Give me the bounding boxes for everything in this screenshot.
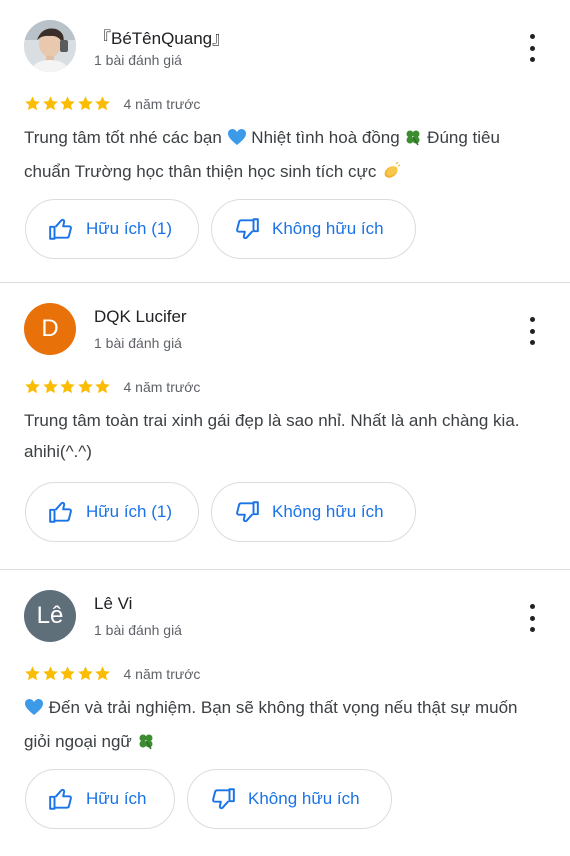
review-header: Lê Lê Vi 1 bài đánh giá: [24, 590, 550, 644]
thumb-up-icon: [49, 218, 72, 240]
helpful-label: Hữu ích (1): [86, 502, 173, 521]
thumb-down-icon: [236, 218, 259, 240]
review-text: Đến và trải nghiệm. Bạn sẽ không thất vọ…: [24, 692, 539, 760]
more-vert-icon: [529, 604, 535, 609]
more-options-button[interactable]: [528, 34, 536, 62]
star-icon: [25, 666, 40, 681]
profile-photo-icon: [24, 20, 76, 72]
star-icon: [42, 96, 58, 111]
not-helpful-label: Không hữu ích: [248, 789, 360, 808]
thumb-down-icon: [212, 788, 235, 810]
rating: 4 năm trước: [24, 378, 200, 395]
rating: 4 năm trước: [24, 665, 200, 682]
review-text: Trung tâm toàn trai xinh gái đẹp là sao …: [24, 411, 520, 461]
star-rating: [24, 95, 112, 112]
reviewer-name[interactable]: Lê Vi: [94, 594, 132, 614]
reviewer-name[interactable]: 『BéTênQuang』: [94, 24, 229, 49]
review-time: 4 năm trước: [123, 95, 201, 112]
star-icon: [95, 666, 110, 681]
blue-heart-icon: [24, 695, 44, 726]
star-icon: [77, 96, 93, 111]
review-header: 『BéTênQuang』 1 bài đánh giá: [24, 20, 550, 74]
review-card: Lê Lê Vi 1 bài đánh giá 4 năm trước Đến …: [0, 570, 570, 856]
clover-icon: [137, 729, 155, 760]
avatar-letter: D: [41, 315, 59, 342]
clover-icon: [404, 125, 422, 156]
star-icon: [77, 379, 93, 394]
reviewer-review-count: 1 bài đánh giá: [94, 622, 182, 638]
review-text-part: Nhiệt tình hoà đồng: [251, 128, 400, 147]
more-options-button[interactable]: [528, 317, 536, 345]
not-helpful-label: Không hữu ích: [272, 219, 384, 238]
more-vert-icon: [529, 317, 535, 322]
review-time: 4 năm trước: [123, 665, 201, 682]
rating: 4 năm trước: [24, 95, 200, 112]
star-icon: [25, 96, 40, 111]
avatar[interactable]: Lê: [24, 590, 76, 642]
star-icon: [60, 96, 75, 111]
star-icon: [25, 379, 40, 394]
not-helpful-button[interactable]: Không hữu ích: [187, 769, 392, 829]
review-card: 『BéTênQuang』 1 bài đánh giá 4 năm trước …: [0, 0, 570, 282]
avatar-letter: Lê: [36, 602, 64, 629]
star-icon: [95, 96, 110, 111]
star-rating: [24, 378, 112, 395]
thumb-up-icon: [49, 788, 72, 810]
avatar[interactable]: D: [24, 303, 76, 355]
clapping-hands-icon: [381, 159, 401, 190]
blue-heart-icon: [227, 125, 247, 156]
review-card: D DQK Lucifer 1 bài đánh giá 4 năm trước…: [0, 283, 570, 569]
review-text-part: Trung tâm tốt nhé các bạn: [24, 128, 222, 147]
helpful-label: Hữu ích: [86, 789, 147, 808]
review-time: 4 năm trước: [123, 378, 201, 395]
review-text-part: Đến và trải nghiệm. Bạn sẽ không thất vọ…: [24, 698, 518, 751]
star-icon: [60, 666, 75, 681]
star-rating: [24, 665, 112, 682]
reviewer-review-count: 1 bài đánh giá: [94, 52, 182, 68]
helpful-button[interactable]: Hữu ích (1): [25, 482, 199, 542]
star-icon: [60, 379, 75, 394]
review-text: Trung tâm tốt nhé các bạn Nhiệt tình hoà…: [24, 122, 539, 190]
helpful-button[interactable]: Hữu ích: [25, 769, 175, 829]
thumb-up-icon: [49, 501, 72, 523]
review-header: D DQK Lucifer 1 bài đánh giá: [24, 303, 550, 357]
star-icon: [42, 379, 58, 394]
not-helpful-button[interactable]: Không hữu ích: [211, 482, 416, 542]
star-icon: [42, 666, 58, 681]
star-icon: [95, 379, 110, 394]
reviewer-review-count: 1 bài đánh giá: [94, 335, 182, 351]
not-helpful-label: Không hữu ích: [272, 502, 384, 521]
avatar[interactable]: [24, 20, 76, 72]
more-vert-icon: [529, 34, 535, 39]
not-helpful-button[interactable]: Không hữu ích: [211, 199, 416, 259]
star-icon: [77, 666, 93, 681]
helpful-button[interactable]: Hữu ích (1): [25, 199, 199, 259]
reviewer-name[interactable]: DQK Lucifer: [94, 307, 187, 327]
thumb-down-icon: [236, 501, 259, 523]
helpful-label: Hữu ích (1): [86, 219, 173, 238]
more-options-button[interactable]: [528, 604, 536, 632]
